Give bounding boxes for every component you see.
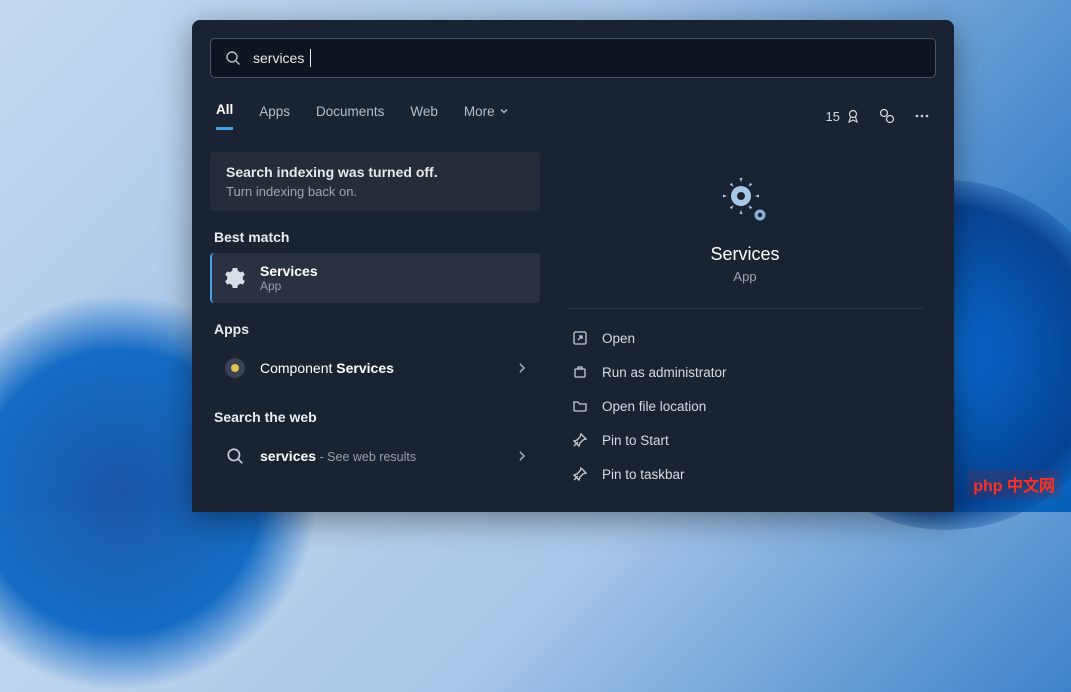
divider <box>568 308 922 309</box>
action-open-location[interactable]: Open file location <box>568 389 922 423</box>
search-icon <box>225 50 241 66</box>
preview-title: Services <box>568 244 922 265</box>
action-pin-taskbar[interactable]: Pin to taskbar <box>568 457 922 491</box>
section-best-match: Best match <box>214 229 536 245</box>
result-web-search[interactable]: services - See web results <box>210 433 540 479</box>
tab-more[interactable]: More <box>464 104 509 129</box>
chat-icon[interactable] <box>878 107 896 125</box>
tab-apps[interactable]: Apps <box>259 104 290 129</box>
rewards-points[interactable]: 15 <box>826 109 860 124</box>
folder-icon <box>572 398 588 414</box>
chevron-down-icon <box>499 106 509 116</box>
watermark: php 中文网 <box>967 470 1061 498</box>
search-bar[interactable] <box>210 38 936 78</box>
preview-type: App <box>568 269 922 284</box>
result-title: Component Services <box>260 360 516 376</box>
section-search-web: Search the web <box>214 409 536 425</box>
notice-subtitle: Turn indexing back on. <box>226 184 524 199</box>
component-services-icon <box>222 355 248 381</box>
pin-icon <box>572 466 588 482</box>
gear-icon <box>719 174 771 226</box>
preview-panel: Services App Open Run as administrator O… <box>554 152 936 496</box>
filter-tabs: All Apps Documents Web More 15 <box>192 98 954 134</box>
result-title: services - See web results <box>260 448 516 464</box>
more-icon[interactable] <box>914 108 930 124</box>
start-menu: All Apps Documents Web More 15 Search in… <box>192 20 954 512</box>
indexing-notice[interactable]: Search indexing was turned off. Turn ind… <box>210 152 540 211</box>
shield-icon <box>572 364 588 380</box>
search-icon <box>222 443 248 469</box>
chevron-right-icon <box>516 362 528 374</box>
open-icon <box>572 330 588 346</box>
pin-icon <box>572 432 588 448</box>
gear-icon <box>222 265 248 291</box>
tab-all[interactable]: All <box>216 102 233 130</box>
result-services[interactable]: Services App <box>210 253 540 303</box>
result-title: Services <box>260 263 528 279</box>
section-apps: Apps <box>214 321 536 337</box>
notice-title: Search indexing was turned off. <box>226 164 524 180</box>
tab-web[interactable]: Web <box>410 104 438 129</box>
tab-documents[interactable]: Documents <box>316 104 384 129</box>
result-component-services[interactable]: Component Services <box>210 345 540 391</box>
medal-icon <box>846 109 860 123</box>
search-input[interactable] <box>253 49 311 67</box>
action-run-admin[interactable]: Run as administrator <box>568 355 922 389</box>
action-pin-start[interactable]: Pin to Start <box>568 423 922 457</box>
action-open[interactable]: Open <box>568 321 922 355</box>
result-subtitle: App <box>260 279 528 293</box>
chevron-right-icon <box>516 450 528 462</box>
results-panel: Search indexing was turned off. Turn ind… <box>210 152 540 496</box>
